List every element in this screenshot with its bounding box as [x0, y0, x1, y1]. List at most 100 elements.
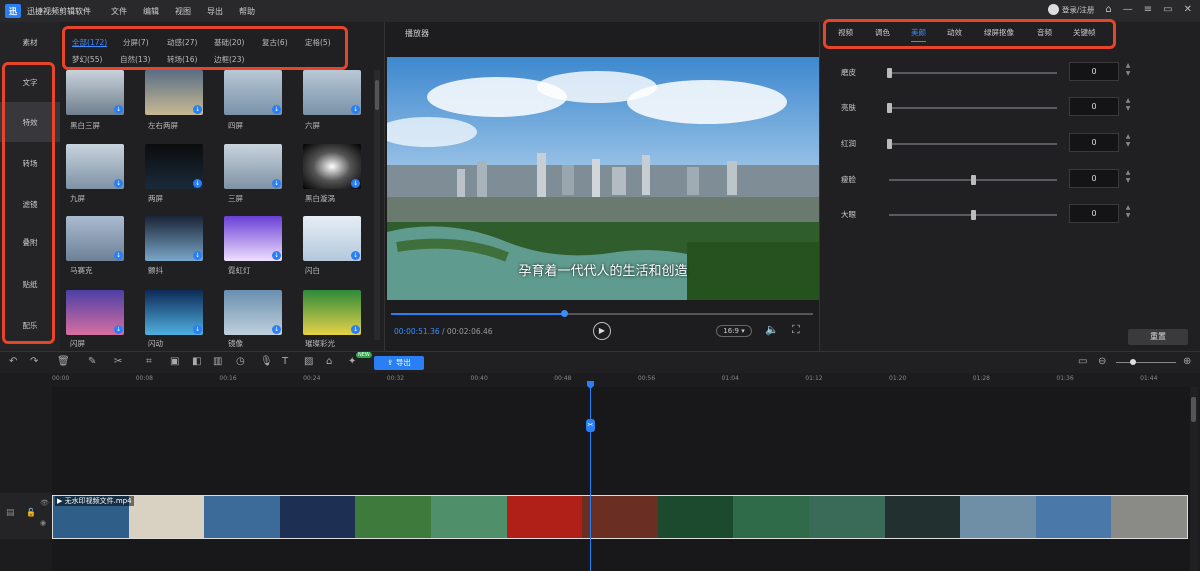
- download-icon[interactable]: ↓: [272, 325, 281, 334]
- slider-knob[interactable]: [887, 139, 892, 149]
- effect-thumb[interactable]: ↓: [145, 216, 203, 261]
- nav-item-text[interactable]: 文字: [0, 62, 60, 102]
- slider-value-input[interactable]: 0: [1069, 204, 1119, 223]
- zoom-in-icon[interactable]: ⊕: [1183, 356, 1191, 367]
- download-icon[interactable]: ↓: [193, 251, 202, 260]
- tab-beauty[interactable]: 美颜: [911, 27, 926, 42]
- zoom-knob[interactable]: [1130, 359, 1136, 365]
- tab-motion[interactable]: 动效: [947, 27, 962, 38]
- category-all[interactable]: 全部(172): [72, 37, 107, 48]
- duration-icon[interactable]: ◷: [236, 356, 245, 367]
- redo-icon[interactable]: ↷: [30, 356, 38, 367]
- download-icon[interactable]: ↓: [193, 179, 202, 188]
- pip-icon[interactable]: ◧: [192, 356, 201, 367]
- nav-item-transitions[interactable]: 转场: [0, 143, 60, 183]
- mosaic-icon[interactable]: ▣: [170, 356, 179, 367]
- download-icon[interactable]: ↓: [351, 179, 360, 188]
- download-icon[interactable]: ↓: [193, 105, 202, 114]
- nav-item-filters[interactable]: 滤镜: [0, 184, 60, 224]
- beauty-slider[interactable]: [887, 103, 1057, 113]
- download-icon[interactable]: ↓: [351, 251, 360, 260]
- nav-item-media[interactable]: 素材: [0, 22, 60, 62]
- category-freeze[interactable]: 定格(5): [305, 37, 331, 48]
- text-to-speech-icon[interactable]: T: [282, 356, 288, 367]
- stepper-icon[interactable]: ▲ ▼: [1123, 204, 1133, 223]
- zoom-slider[interactable]: [1116, 359, 1176, 365]
- tab-video[interactable]: 视频: [838, 27, 853, 38]
- menu-edit[interactable]: 编辑: [143, 6, 159, 17]
- video-clip[interactable]: [52, 495, 1188, 539]
- play-button[interactable]: ▶: [593, 322, 611, 340]
- slider-value-input[interactable]: 0: [1069, 62, 1119, 81]
- effect-thumb[interactable]: ↓: [224, 70, 282, 115]
- download-icon[interactable]: ↓: [272, 179, 281, 188]
- slider-value-input[interactable]: 0: [1069, 169, 1119, 188]
- time-ruler[interactable]: [0, 373, 1200, 387]
- audio-icon[interactable]: ◉: [40, 519, 46, 527]
- edit-icon[interactable]: ✎: [88, 356, 96, 367]
- download-icon[interactable]: ↓: [114, 251, 123, 260]
- menu-export[interactable]: 导出: [207, 6, 223, 17]
- effect-thumb[interactable]: ↓: [224, 144, 282, 189]
- download-icon[interactable]: ↓: [114, 179, 123, 188]
- download-icon[interactable]: ↓: [272, 105, 281, 114]
- split-marker-icon[interactable]: ✂: [586, 419, 595, 432]
- menu-icon[interactable]: ≡: [1144, 4, 1152, 15]
- tab-audio[interactable]: 音频: [1037, 27, 1052, 38]
- download-icon[interactable]: ↓: [272, 251, 281, 260]
- eye-icon[interactable]: 👁: [40, 499, 49, 507]
- slider-knob[interactable]: [971, 175, 976, 185]
- zoom-out-icon[interactable]: ⊖: [1098, 356, 1106, 367]
- slider-value-input[interactable]: 0: [1069, 97, 1119, 116]
- aspect-ratio-select[interactable]: 16:9 ▾: [716, 325, 752, 337]
- category-retro[interactable]: 复古(6): [262, 37, 288, 48]
- track-area[interactable]: [52, 387, 1190, 571]
- progress-knob[interactable]: [561, 310, 569, 317]
- menu-help[interactable]: 帮助: [239, 6, 255, 17]
- tab-greenscreen[interactable]: 绿屏抠像: [984, 27, 1014, 38]
- slider-value-input[interactable]: 0: [1069, 133, 1119, 152]
- effect-thumb[interactable]: ↓: [303, 144, 361, 189]
- nav-item-overlay[interactable]: 叠附: [0, 222, 60, 262]
- download-icon[interactable]: ↓: [114, 105, 123, 114]
- tag-icon[interactable]: ⌂: [326, 356, 332, 367]
- effect-thumb[interactable]: ↓: [66, 290, 124, 335]
- mic-icon[interactable]: 🎙: [260, 356, 273, 367]
- effect-thumb[interactable]: ↓: [145, 144, 203, 189]
- menu-view[interactable]: 视图: [175, 6, 191, 17]
- category-dynamic[interactable]: 动感(27): [167, 37, 197, 48]
- category-border[interactable]: 边框(23): [214, 54, 244, 65]
- effects-scrollbar[interactable]: [374, 70, 380, 340]
- lock-icon[interactable]: 🔓: [26, 508, 36, 517]
- beauty-slider[interactable]: [889, 175, 1057, 185]
- beauty-slider[interactable]: [889, 210, 1057, 220]
- export-button[interactable]: ⇪ 导出: [374, 356, 424, 370]
- effect-thumb[interactable]: ↓: [66, 70, 124, 115]
- picture-icon[interactable]: ▨: [304, 356, 313, 367]
- effect-thumb[interactable]: ↓: [224, 290, 282, 335]
- effect-thumb[interactable]: ↓: [145, 290, 203, 335]
- category-nature[interactable]: 自然(13): [120, 54, 150, 65]
- minimize-icon[interactable]: —: [1123, 4, 1133, 15]
- category-split[interactable]: 分屏(7): [123, 37, 149, 48]
- effect-thumb[interactable]: ↓: [224, 216, 282, 261]
- category-transition[interactable]: 转场(16): [167, 54, 197, 65]
- home-icon[interactable]: ⌂: [1105, 4, 1111, 15]
- slider-knob[interactable]: [887, 68, 892, 78]
- effect-thumb[interactable]: ↓: [145, 70, 203, 115]
- chart-icon[interactable]: ▥: [213, 356, 222, 367]
- fullscreen-icon[interactable]: ⛶: [792, 323, 800, 337]
- download-icon[interactable]: ↓: [351, 105, 360, 114]
- effect-thumb[interactable]: ↓: [303, 290, 361, 335]
- effect-thumb[interactable]: ↓: [66, 216, 124, 261]
- nav-item-stickers[interactable]: 贴纸: [0, 264, 60, 304]
- effect-thumb[interactable]: ↓: [66, 144, 124, 189]
- effect-thumb[interactable]: ↓: [303, 216, 361, 261]
- download-icon[interactable]: ↓: [193, 325, 202, 334]
- stepper-icon[interactable]: ▲ ▼: [1123, 97, 1133, 116]
- nav-item-effects[interactable]: 特效: [0, 102, 60, 142]
- beauty-slider[interactable]: [887, 139, 1057, 149]
- crop-icon[interactable]: ⌗: [146, 356, 152, 367]
- effect-thumb[interactable]: ↓: [303, 70, 361, 115]
- timeline-scrollbar[interactable]: [1190, 387, 1198, 571]
